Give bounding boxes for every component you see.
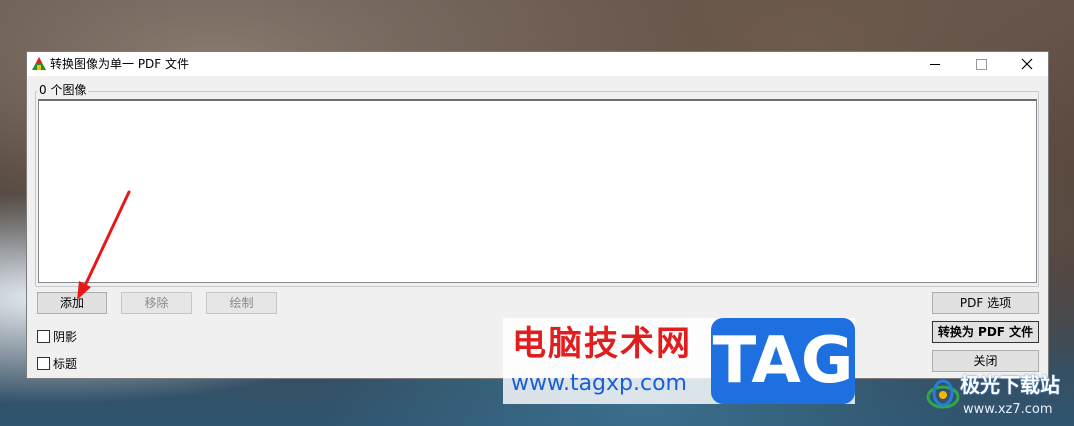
watermark2-site-name: 极光下载站 [960, 373, 1060, 397]
watermark2-site-url: www.xz7.com [963, 402, 1053, 417]
watermark-site-url: www.tagxp.com [511, 371, 687, 396]
watermark-site-name: 电脑技术网 [512, 324, 692, 364]
watermark-tag-logo: TAG [711, 318, 855, 404]
swirl-logo-icon [926, 379, 960, 409]
